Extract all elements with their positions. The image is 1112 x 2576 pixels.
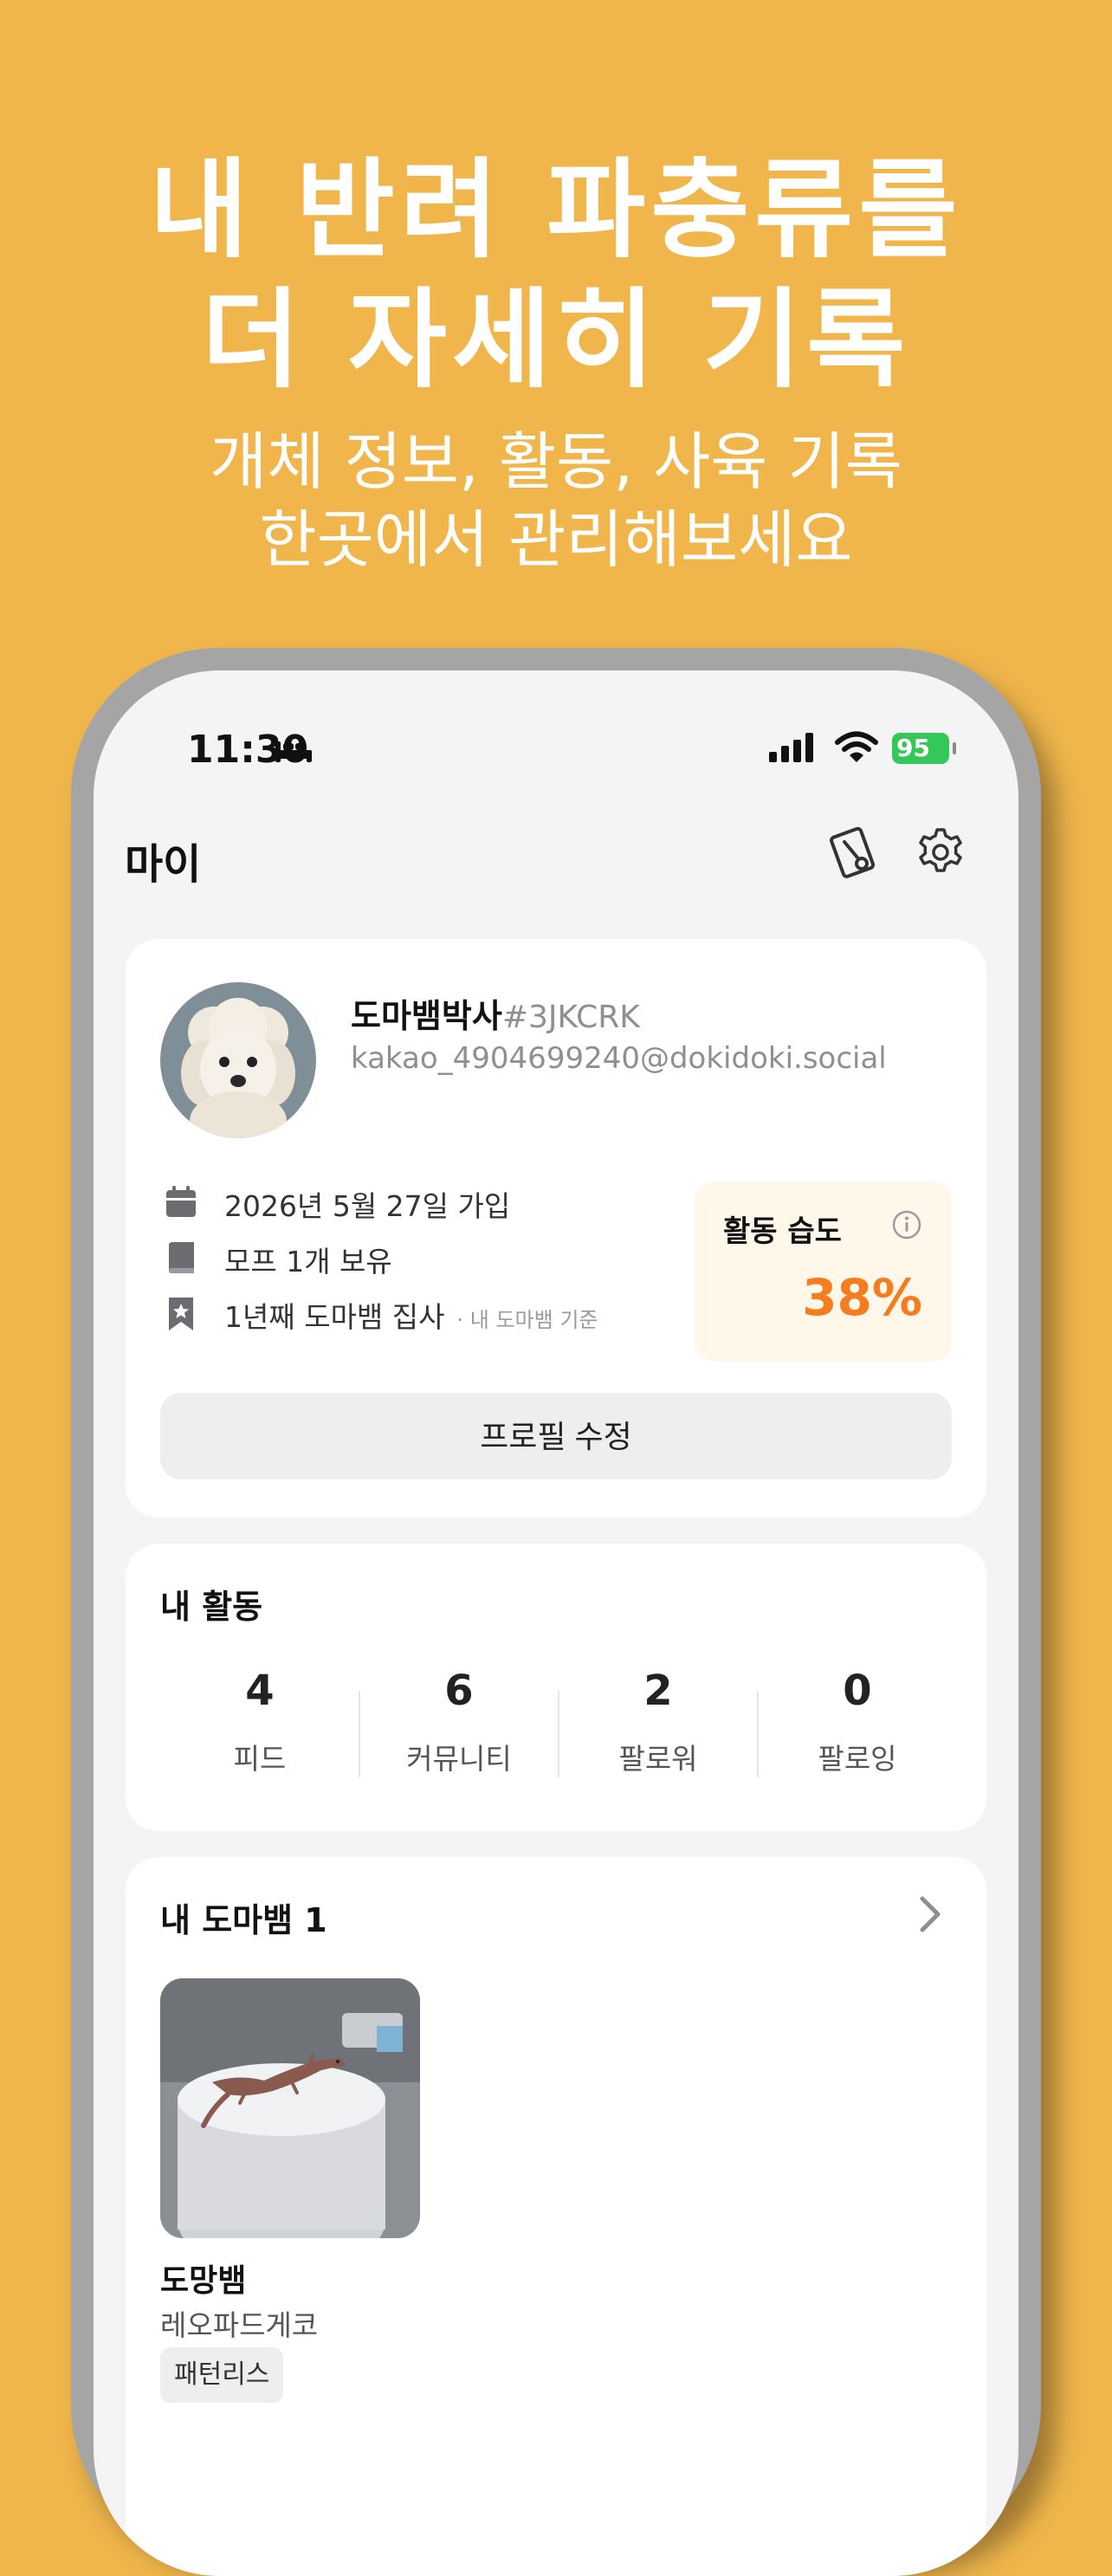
humidity-value: 38% (802, 1268, 922, 1327)
profile-nickname: 도마뱀박사#3JKCRK (351, 989, 640, 1037)
pet-photo[interactable] (160, 1978, 420, 2238)
calendar-icon (166, 1186, 196, 1217)
phone-screen: 11:30 95 마이 도마뱀박사#3JKCRK kakao_490469924… (94, 670, 1018, 2576)
morph-badge: 패턴리스 (160, 2347, 284, 2403)
pet-name: 도망뱀 (160, 2263, 247, 2299)
battery-tip (953, 742, 956, 754)
signal-icon (769, 733, 813, 762)
user-tag: #3JKCRK (501, 1000, 640, 1035)
status-bar: 11:30 95 (94, 670, 1018, 783)
stat-value: 6 (444, 1667, 474, 1715)
stat-followers[interactable]: 2 팔로워 (559, 1665, 758, 1777)
bookmark-star-icon (169, 1298, 193, 1330)
profile-card: 도마뱀박사#3JKCRK kakao_4904699240@dokidoki.s… (126, 939, 986, 1518)
pets-card: 내 도마뱀 1 도망뱀 레오파드게코 패턴리스 (126, 1857, 986, 2576)
battery-icon: 95 (892, 733, 949, 764)
keeper-text-group: 1년째 도마뱀 집사 · 내 도마뱀 기준 (224, 1294, 598, 1336)
stat-community[interactable]: 6 커뮤니티 (359, 1665, 559, 1777)
pets-title: 내 도마뱀 1 (160, 1901, 327, 1939)
phone-frame: 11:30 95 마이 도마뱀박사#3JKCRK kakao_490469924… (71, 648, 1041, 2576)
promo-subtitle-line2: 한곳에서 관리해보세요 (259, 503, 853, 576)
stat-feed[interactable]: 4 피드 (160, 1665, 359, 1777)
stat-following[interactable]: 0 팔로잉 (758, 1665, 957, 1777)
stat-label: 커뮤니티 (406, 1742, 512, 1776)
promo-headline-line1: 내 반려 파충류를 (149, 148, 963, 273)
wifi-icon (835, 731, 878, 762)
gear-icon[interactable] (913, 825, 968, 880)
keeper-note: · 내 도마뱀 기준 (456, 1308, 598, 1332)
book-icon (169, 1242, 194, 1273)
stat-value: 0 (843, 1667, 872, 1715)
chevron-right-icon[interactable] (917, 1895, 943, 1933)
stat-label: 피드 (233, 1742, 287, 1776)
battery-level: 95 (896, 734, 930, 762)
pass-icon[interactable] (825, 825, 881, 880)
stat-label: 팔로잉 (818, 1742, 897, 1776)
promo-headline-line2: 더 자세히 기록 (201, 278, 911, 403)
keeper-text: 1년째 도마뱀 집사 (224, 1300, 445, 1334)
stat-value: 2 (643, 1667, 673, 1715)
humidity-label: 활동 습도 (723, 1214, 842, 1249)
stat-label: 팔로워 (618, 1742, 698, 1776)
nickname-text: 도마뱀박사 (351, 997, 502, 1035)
pet-species: 레오파드게코 (160, 2308, 319, 2342)
bed-icon (275, 741, 312, 762)
activity-stats: 4 피드 6 커뮤니티 2 팔로워 0 팔로잉 (160, 1665, 957, 1786)
activity-card: 내 활동 4 피드 6 커뮤니티 2 팔로워 0 팔로잉 (126, 1544, 986, 1831)
joined-text: 2026년 5월 27일 가입 (224, 1189, 511, 1223)
stat-value: 4 (245, 1667, 275, 1715)
avatar[interactable] (160, 982, 316, 1138)
edit-profile-button[interactable]: 프로필 수정 (160, 1393, 952, 1479)
info-icon[interactable] (891, 1209, 922, 1240)
profile-email: kakao_4904699240@dokidoki.social (351, 1041, 887, 1076)
activity-humidity-box: 활동 습도 38% (694, 1181, 952, 1362)
owned-text: 모프 1개 보유 (224, 1245, 392, 1278)
activity-title: 내 활동 (160, 1588, 263, 1626)
page-title: 마이 (125, 840, 202, 889)
promo-subtitle-line1: 개체 정보, 활동, 사육 기록 (210, 425, 902, 498)
